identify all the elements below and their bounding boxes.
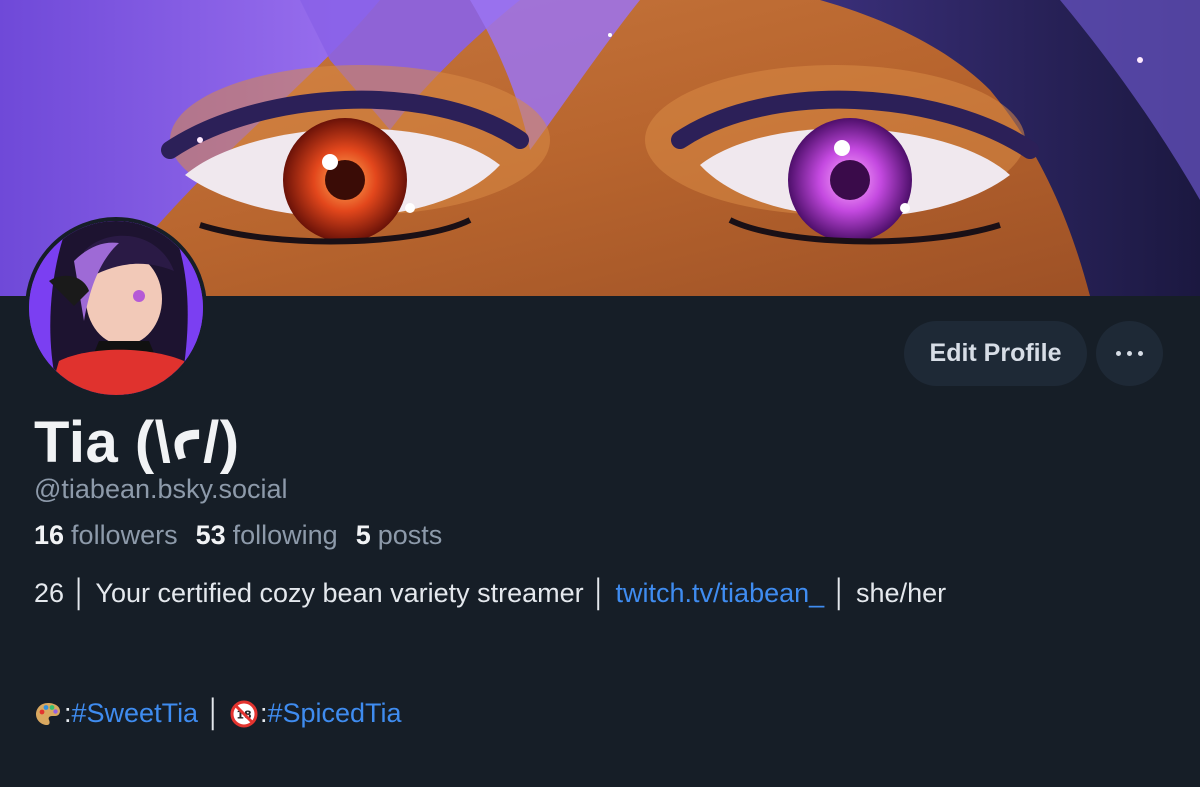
profile-bio: 26 │ Your certified cozy bean variety st… xyxy=(34,578,946,609)
avatar[interactable] xyxy=(25,217,207,399)
tag-separator-1: : xyxy=(64,698,72,728)
palette-icon xyxy=(34,700,62,728)
posts-count: 5 xyxy=(355,520,371,550)
bio-link[interactable]: twitch.tv/tiabean_ xyxy=(616,578,825,608)
tag-separator-2: : xyxy=(259,698,268,728)
more-horizontal-icon xyxy=(1113,351,1146,356)
followers-count: 16 xyxy=(34,520,65,550)
bio-text-2: │ she/her xyxy=(824,578,947,608)
followers-label: followers xyxy=(71,520,178,550)
bio-text-1: 26 │ Your certified cozy bean variety st… xyxy=(34,578,616,608)
following-count: 53 xyxy=(195,520,226,550)
followers-stat[interactable]: 16 followers xyxy=(34,520,178,551)
posts-label: posts xyxy=(377,520,443,550)
hashtag-spicedtia[interactable]: #SpicedTia xyxy=(267,698,401,729)
no-under-18-icon: 18 xyxy=(230,700,258,728)
profile-tags: : #SweetTia │ 18 : #SpicedTia xyxy=(34,698,402,729)
more-options-button[interactable] xyxy=(1096,321,1163,386)
avatar-image xyxy=(29,221,203,395)
hashtag-sweettia[interactable]: #SweetTia xyxy=(72,698,199,729)
display-name: Tia (\ꜥ/) xyxy=(34,410,240,475)
following-stat[interactable]: 53 following xyxy=(196,520,338,551)
profile-page: Edit Profile Tia (\ꜥ/) @tiabean.bsky.soc… xyxy=(0,0,1200,787)
following-label: following xyxy=(232,520,338,550)
profile-stats: 16 followers 53 following 5 posts xyxy=(34,520,442,551)
profile-handle: @tiabean.bsky.social xyxy=(34,474,288,504)
tag-divider: │ xyxy=(198,698,230,728)
edit-profile-button[interactable]: Edit Profile xyxy=(904,321,1087,386)
edit-profile-label: Edit Profile xyxy=(929,339,1062,367)
posts-stat: 5 posts xyxy=(356,520,443,551)
